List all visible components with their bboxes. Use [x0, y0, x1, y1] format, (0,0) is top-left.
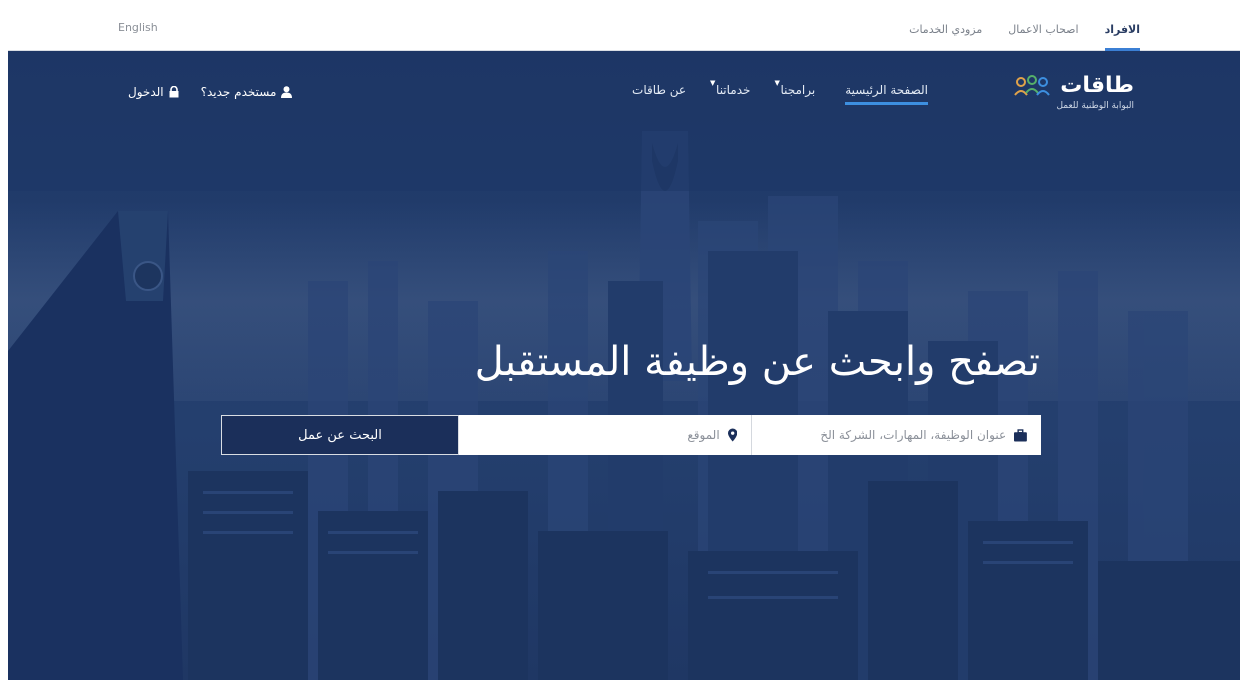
account-links: الدخول مستخدم جديد؟	[128, 85, 293, 99]
main-navbar: طاقات البوابة الوطنية للعمل الصفحة الرئي…	[8, 51, 1240, 131]
nav-item-services[interactable]: ▼ خدماتنا	[710, 79, 751, 105]
nav-item-about[interactable]: عن طاقات	[632, 83, 686, 105]
audience-bar: English الافراد اصحاب الاعمال مزودي الخد…	[8, 8, 1240, 51]
tab-individuals[interactable]: الافراد	[1104, 8, 1141, 51]
nav-item-programs[interactable]: ▼ برامجنا	[774, 79, 816, 105]
search-jobs-button[interactable]: البحث عن عمل	[221, 415, 459, 455]
logo-tagline: البوابة الوطنية للعمل	[1056, 101, 1134, 111]
page-frame: English الافراد اصحاب الاعمال مزودي الخد…	[8, 8, 1240, 680]
main-menu: الصفحة الرئيسية ▼ برامجنا ▼ خدماتنا عن ط…	[632, 79, 928, 105]
lock-icon	[169, 86, 179, 98]
map-marker-icon	[727, 428, 737, 442]
people-group-icon	[1014, 75, 1050, 96]
nav-item-programs-label: برامجنا	[780, 83, 816, 97]
logo-name: طاقات	[1060, 73, 1134, 98]
hero-headline: تصفح وابحث عن وظيفة المستقبل	[474, 339, 1040, 385]
tab-employers[interactable]: اصحاب الاعمال	[1008, 8, 1078, 51]
language-link[interactable]: English	[118, 21, 158, 34]
new-user-link[interactable]: مستخدم جديد؟	[201, 85, 293, 99]
new-user-label: مستخدم جديد؟	[200, 85, 277, 99]
caret-down-icon: ▼	[710, 79, 716, 87]
nav-item-home[interactable]: الصفحة الرئيسية	[845, 83, 928, 105]
location-input[interactable]	[473, 428, 720, 442]
nav-item-services-label: خدماتنا	[716, 83, 751, 97]
tagat-logo[interactable]: طاقات البوابة الوطنية للعمل	[994, 73, 1134, 115]
job-title-field	[751, 415, 1041, 455]
login-label: الدخول	[128, 85, 164, 99]
login-link[interactable]: الدخول	[128, 85, 179, 99]
tab-service-providers[interactable]: مزودي الخدمات	[909, 8, 982, 51]
location-field	[459, 415, 751, 455]
hero-section: طاقات البوابة الوطنية للعمل الصفحة الرئي…	[8, 51, 1240, 680]
job-search-bar: البحث عن عمل	[221, 415, 1041, 455]
audience-tabs: الافراد اصحاب الاعمال مزودي الخدمات	[909, 8, 1141, 51]
caret-down-icon: ▼	[774, 79, 780, 87]
user-icon	[281, 86, 293, 98]
job-search-input[interactable]	[766, 428, 1007, 442]
briefcase-icon	[1014, 428, 1027, 441]
